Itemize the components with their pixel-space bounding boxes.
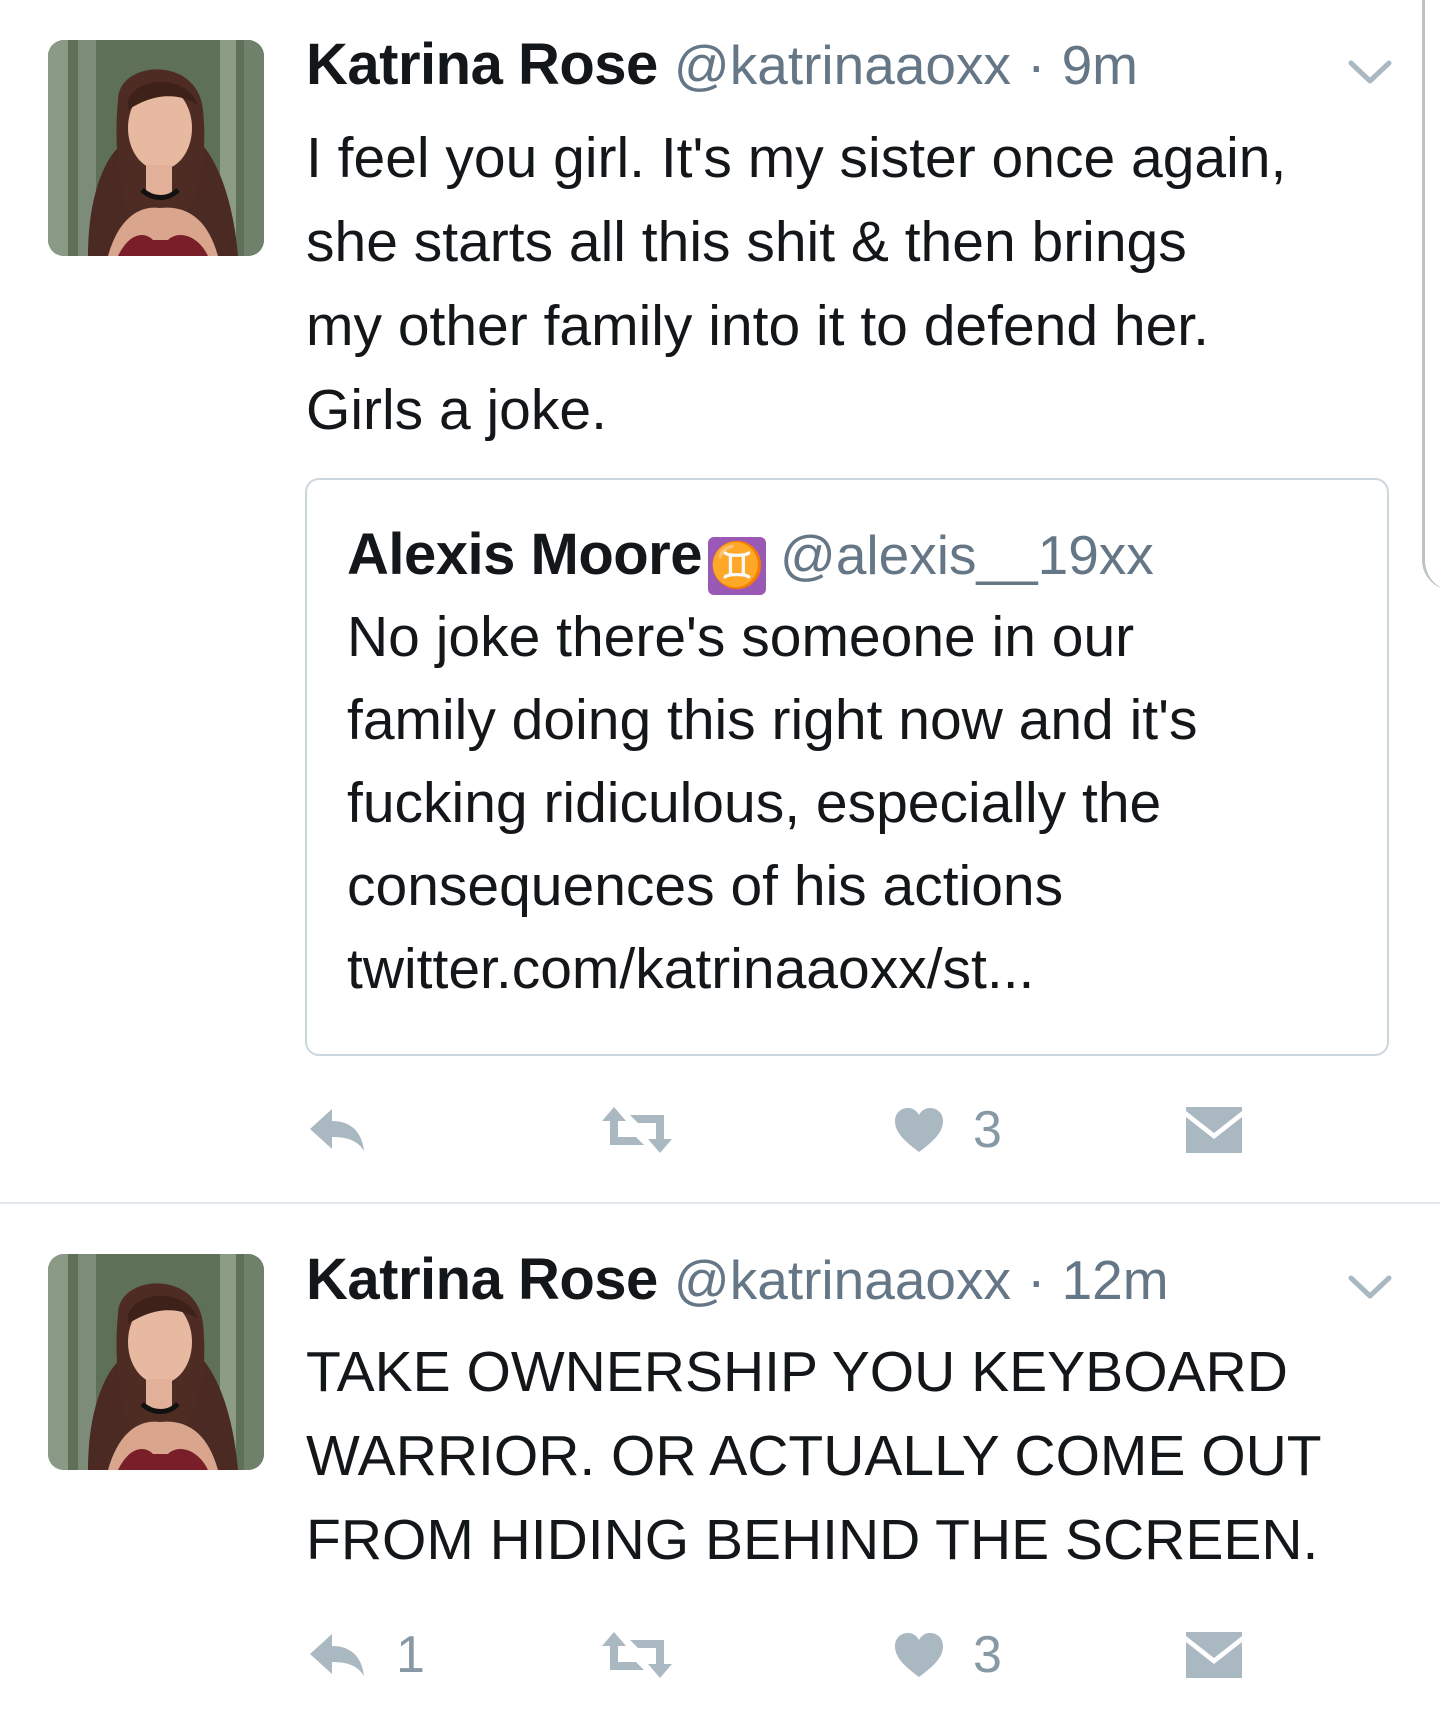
timestamp[interactable]: 12m — [1062, 1249, 1169, 1311]
retweet-button[interactable] — [600, 1620, 674, 1690]
envelope-icon — [1186, 1107, 1242, 1153]
quoted-text: No joke there's someone in our family do… — [347, 605, 1198, 1001]
direct-message-button[interactable] — [1186, 1095, 1242, 1165]
retweet-button[interactable] — [600, 1095, 674, 1165]
like-count: 3 — [973, 1626, 1002, 1684]
reply-icon — [310, 1634, 364, 1676]
direct-message-button[interactable] — [1186, 1620, 1242, 1690]
tweet-text: TAKE OWNERSHIP YOU KEYBOARD WARRIOR. OR … — [306, 1340, 1322, 1572]
avatar[interactable] — [48, 40, 264, 256]
like-button[interactable]: 3 — [893, 1095, 1002, 1165]
separator-dot: · — [1027, 34, 1046, 96]
reply-count: 1 — [396, 1626, 425, 1684]
heart-icon — [895, 1633, 943, 1677]
retweet-icon — [602, 1632, 672, 1678]
quoted-header: Alexis Moore ♊ @alexis__19xx — [347, 520, 1154, 595]
heart-icon — [895, 1108, 943, 1152]
chevron-down-icon[interactable] — [1345, 1270, 1395, 1306]
tweet-header: Katrina Rose @katrinaaoxx · 9m — [306, 30, 1138, 100]
author-name[interactable]: Katrina Rose — [306, 32, 658, 97]
envelope-icon — [1186, 1632, 1242, 1678]
reply-button[interactable] — [306, 1095, 368, 1165]
reply-button[interactable]: 1 — [306, 1620, 425, 1690]
timestamp[interactable]: 9m — [1062, 34, 1138, 96]
gemini-emoji: ♊ — [708, 537, 766, 595]
avatar[interactable] — [48, 1254, 264, 1470]
tweet-text: I feel you girl. It's my sister once aga… — [306, 126, 1287, 442]
chevron-down-icon[interactable] — [1345, 55, 1395, 91]
author-handle[interactable]: @katrinaaoxx — [674, 1249, 1011, 1311]
quoted-author-name: Alexis Moore — [347, 522, 703, 587]
quoted-tweet[interactable]: Alexis Moore ♊ @alexis__19xx No joke there… — [305, 478, 1389, 1056]
quoted-author-handle: @alexis__19xx — [780, 524, 1154, 586]
like-count: 3 — [973, 1101, 1002, 1159]
scroll-edge — [1422, 0, 1440, 590]
author-name[interactable]: Katrina Rose — [306, 1247, 658, 1312]
separator-dot: · — [1027, 1249, 1046, 1311]
retweet-icon — [602, 1107, 672, 1153]
like-button[interactable]: 3 — [893, 1620, 1002, 1690]
avatar-photo — [48, 40, 264, 256]
tweet-divider — [0, 1202, 1440, 1204]
tweet-header: Katrina Rose @katrinaaoxx · 12m — [306, 1245, 1169, 1315]
avatar-photo — [48, 1254, 264, 1470]
author-handle[interactable]: @katrinaaoxx — [674, 34, 1011, 96]
tweet-actions: 3 — [0, 1095, 1440, 1165]
reply-icon — [310, 1109, 364, 1151]
tweet-actions: 1 3 — [0, 1620, 1440, 1690]
